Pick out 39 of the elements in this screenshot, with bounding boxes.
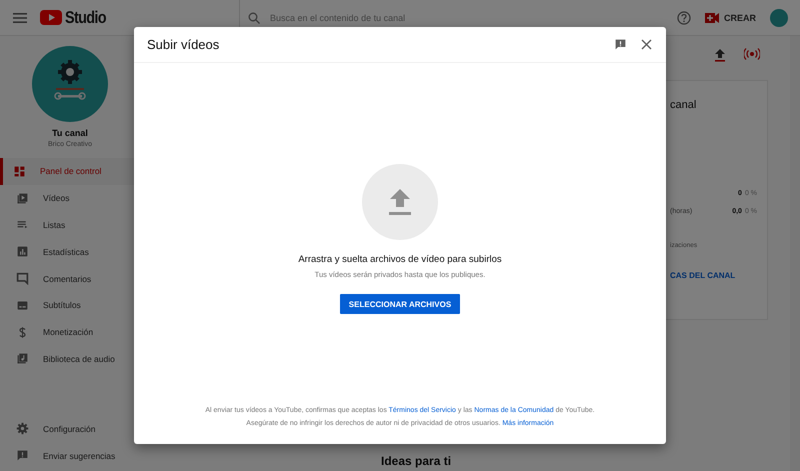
dialog-title: Subir vídeos (147, 37, 220, 52)
play-logo-icon (40, 10, 62, 25)
sidebar-item[interactable]: Estadísticas (0, 238, 140, 266)
feedback-button[interactable] (614, 38, 627, 51)
upload-icon[interactable] (714, 48, 726, 62)
channel-analytics-link[interactable]: CAS DEL CANAL (670, 271, 767, 280)
search-field[interactable]: Busca en el contenido de tu canal (270, 12, 406, 22)
studio-logo-text: Studio (65, 8, 106, 28)
menu-icon[interactable] (13, 12, 27, 24)
sidebar-item[interactable]: Monetización (0, 318, 140, 346)
sidebar-item[interactable]: Enviar sugerencias (0, 442, 140, 469)
sidebar-item[interactable]: Listas (0, 212, 140, 238)
close-button[interactable] (641, 39, 652, 50)
live-broadcast-icon[interactable] (744, 48, 760, 60)
close-icon (641, 39, 652, 50)
channel-name: Tu canal (52, 128, 88, 138)
avatar[interactable] (770, 8, 788, 26)
card-title: canal (670, 99, 698, 113)
subtitles-icon (16, 298, 29, 312)
feedback-icon (16, 449, 29, 462)
dashboard-icon (13, 164, 26, 178)
drop-prompt: Arrastra y suelta archivos de vídeo para subirlos (298, 254, 502, 265)
sidebar-item[interactable]: Subtítulos (0, 292, 140, 319)
settings-icon (16, 422, 29, 436)
analytics-icon (16, 245, 29, 258)
sidebar-item[interactable]: Comentarios (0, 265, 140, 292)
search-icon (248, 12, 260, 24)
videos-icon (16, 192, 29, 205)
upload-icon (388, 188, 412, 216)
sidebar-item[interactable]: Vídeos (0, 184, 140, 212)
video-camera-icon (704, 12, 719, 22)
sidebar-item[interactable]: Biblioteca de audio (0, 346, 140, 372)
create-button[interactable]: CREAR (704, 12, 756, 22)
comments-icon (16, 272, 29, 286)
select-files-button[interactable]: SELECCIONAR ARCHIVOS (340, 294, 460, 314)
help-icon[interactable] (676, 10, 691, 24)
section-title: Ideas para ti (381, 454, 452, 468)
feedback-icon (614, 38, 627, 51)
audio-icon (16, 352, 29, 366)
